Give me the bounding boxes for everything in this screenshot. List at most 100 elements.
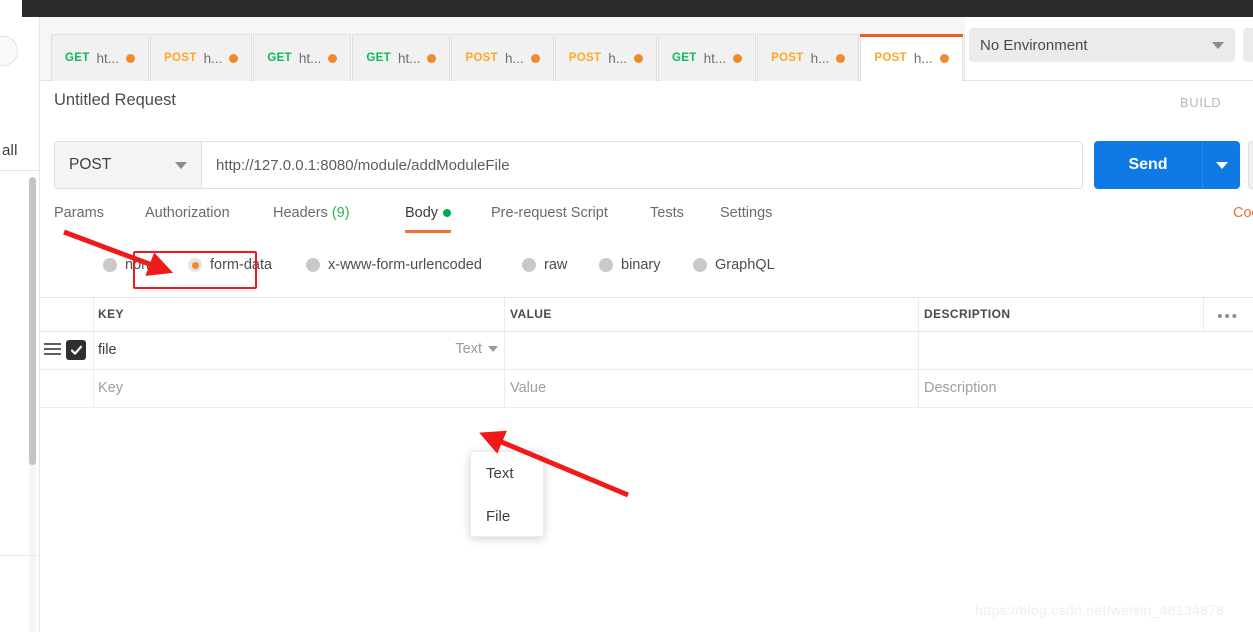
request-tab-2[interactable]: GET ht... bbox=[253, 34, 352, 81]
new-row-key-input[interactable]: Key bbox=[98, 380, 123, 396]
type-dropdown-menu: Text File bbox=[470, 451, 544, 537]
unsaved-indicator-icon bbox=[733, 53, 743, 63]
tab-label: Pre-request Script bbox=[491, 205, 608, 221]
row-enabled-checkbox[interactable] bbox=[66, 340, 86, 360]
request-tab-method: GET bbox=[65, 52, 90, 64]
row-type-label: Text bbox=[455, 341, 482, 357]
radio-button-icon bbox=[306, 258, 320, 272]
sidebar-scrollbar-thumb[interactable] bbox=[29, 177, 36, 465]
radio-button-icon bbox=[188, 258, 202, 272]
request-tab-url: ht... bbox=[298, 50, 322, 66]
tab-params[interactable]: Params bbox=[54, 205, 104, 233]
request-tab-5[interactable]: POST h... bbox=[554, 34, 658, 81]
body-type-form-data[interactable]: form-data bbox=[188, 257, 272, 273]
tab-label: Headers bbox=[273, 205, 328, 221]
request-tabs: GET ht... POST h... GET ht... GET ht... POST h...… bbox=[51, 34, 1049, 81]
request-tab-7[interactable]: POST h... bbox=[757, 34, 860, 81]
column-separator bbox=[93, 370, 94, 408]
radio-button-icon bbox=[693, 258, 707, 272]
table-options-button[interactable]: ••• bbox=[1217, 308, 1239, 325]
column-separator bbox=[918, 370, 919, 408]
request-tab-1[interactable]: POST h... bbox=[150, 34, 253, 81]
tab-label: Authorization bbox=[145, 205, 230, 221]
tab-settings[interactable]: Settings bbox=[720, 205, 772, 233]
title-bar-left-gap bbox=[0, 0, 22, 17]
column-separator bbox=[504, 332, 505, 370]
http-method-selector[interactable]: POST bbox=[54, 141, 202, 189]
send-button[interactable]: Send bbox=[1094, 141, 1202, 189]
save-button[interactable]: S bbox=[1248, 141, 1253, 189]
unsaved-indicator-icon bbox=[634, 53, 644, 63]
request-tab-url: ht... bbox=[397, 50, 421, 66]
chevron-down-icon bbox=[1212, 41, 1224, 49]
postman-window: all GET ht... POST h... GET ht... GET ht... POST… bbox=[0, 0, 1253, 632]
body-type-binary[interactable]: binary bbox=[599, 257, 661, 273]
send-options-button[interactable] bbox=[1202, 141, 1240, 189]
row-drag-handle[interactable] bbox=[44, 343, 61, 356]
tab-authorization[interactable]: Authorization bbox=[145, 205, 230, 233]
cookies-link[interactable]: Coo bbox=[1233, 205, 1253, 221]
body-type-label: none bbox=[125, 257, 158, 273]
unsaved-indicator-icon bbox=[939, 53, 949, 63]
url-input[interactable]: http://127.0.0.1:8080/module/addModuleFi… bbox=[202, 141, 1083, 189]
request-tab-method: POST bbox=[164, 52, 197, 64]
row-key-value[interactable]: file bbox=[98, 342, 117, 358]
request-tab-6[interactable]: GET ht... bbox=[658, 34, 757, 81]
unsaved-indicator-icon bbox=[530, 53, 540, 63]
body-type-label: x-www-form-urlencoded bbox=[328, 257, 482, 273]
chevron-down-icon bbox=[175, 161, 187, 169]
body-type-raw[interactable]: raw bbox=[522, 257, 567, 273]
request-name[interactable]: Untitled Request bbox=[54, 91, 176, 110]
new-row-description-input[interactable]: Description bbox=[924, 380, 997, 396]
sidebar-truncated-label: all bbox=[2, 142, 18, 159]
dropdown-option-text[interactable]: Text bbox=[471, 452, 543, 495]
row-type-dropdown[interactable]: Text bbox=[455, 341, 498, 357]
chevron-down-icon bbox=[488, 346, 498, 352]
http-method-label: POST bbox=[69, 156, 112, 173]
sidebar-divider-bottom bbox=[0, 555, 40, 556]
window-title-bar bbox=[0, 0, 1253, 17]
unsaved-indicator-icon bbox=[126, 53, 136, 63]
tab-headers[interactable]: Headers (9) bbox=[273, 205, 350, 233]
environment-bar: No Environment bbox=[965, 17, 1253, 81]
column-separator bbox=[93, 298, 94, 333]
request-tab-3[interactable]: GET ht... bbox=[352, 34, 451, 81]
request-tab-0[interactable]: GET ht... bbox=[51, 34, 150, 81]
request-tab-method: POST bbox=[771, 52, 804, 64]
request-tab-8[interactable]: POST h... bbox=[860, 34, 963, 81]
tab-pre-request-script[interactable]: Pre-request Script bbox=[491, 205, 608, 233]
request-tab-method: POST bbox=[568, 52, 602, 64]
headers-count: (9) bbox=[327, 205, 350, 221]
sidebar-divider bbox=[0, 170, 40, 171]
request-title-row: Untitled Request BUILD bbox=[40, 81, 1253, 124]
body-type-radio-group: none form-data x-www-form-urlencoded raw bin… bbox=[40, 257, 1253, 291]
build-label[interactable]: BUILD bbox=[1180, 95, 1221, 110]
tab-tests[interactable]: Tests bbox=[650, 205, 684, 233]
column-header-description: DESCRIPTION bbox=[924, 307, 1011, 321]
dropdown-option-file[interactable]: File bbox=[471, 495, 543, 538]
unsaved-indicator-icon bbox=[427, 53, 437, 63]
body-type-graphql[interactable]: GraphQL bbox=[693, 257, 775, 273]
body-type-x-www-form-urlencoded[interactable]: x-www-form-urlencoded bbox=[306, 257, 482, 273]
request-tab-url: ht... bbox=[703, 50, 727, 66]
request-tab-method: POST bbox=[465, 52, 498, 64]
body-type-none[interactable]: none bbox=[103, 257, 157, 273]
table-row-placeholder: Key Value Description bbox=[40, 370, 1253, 408]
unsaved-indicator-icon bbox=[229, 53, 239, 63]
request-tab-url: h... bbox=[203, 50, 223, 66]
body-type-label: form-data bbox=[210, 257, 273, 273]
column-separator bbox=[504, 298, 505, 333]
form-data-table: KEY VALUE DESCRIPTION ••• file Text Key … bbox=[40, 297, 1253, 408]
radio-button-icon bbox=[103, 258, 117, 272]
column-header-key: KEY bbox=[98, 307, 124, 321]
table-row: file Text bbox=[40, 332, 1253, 370]
sidebar-pill-button[interactable] bbox=[0, 36, 18, 66]
request-tab-4[interactable]: POST h... bbox=[451, 34, 554, 81]
request-tab-url: h... bbox=[810, 50, 830, 66]
tab-body[interactable]: Body bbox=[405, 205, 452, 233]
tab-label: Body bbox=[405, 205, 439, 221]
new-row-value-input[interactable]: Value bbox=[510, 380, 546, 396]
tab-label: Settings bbox=[720, 205, 773, 221]
environment-selector[interactable]: No Environment bbox=[969, 28, 1235, 62]
request-tab-url: h... bbox=[608, 50, 628, 66]
